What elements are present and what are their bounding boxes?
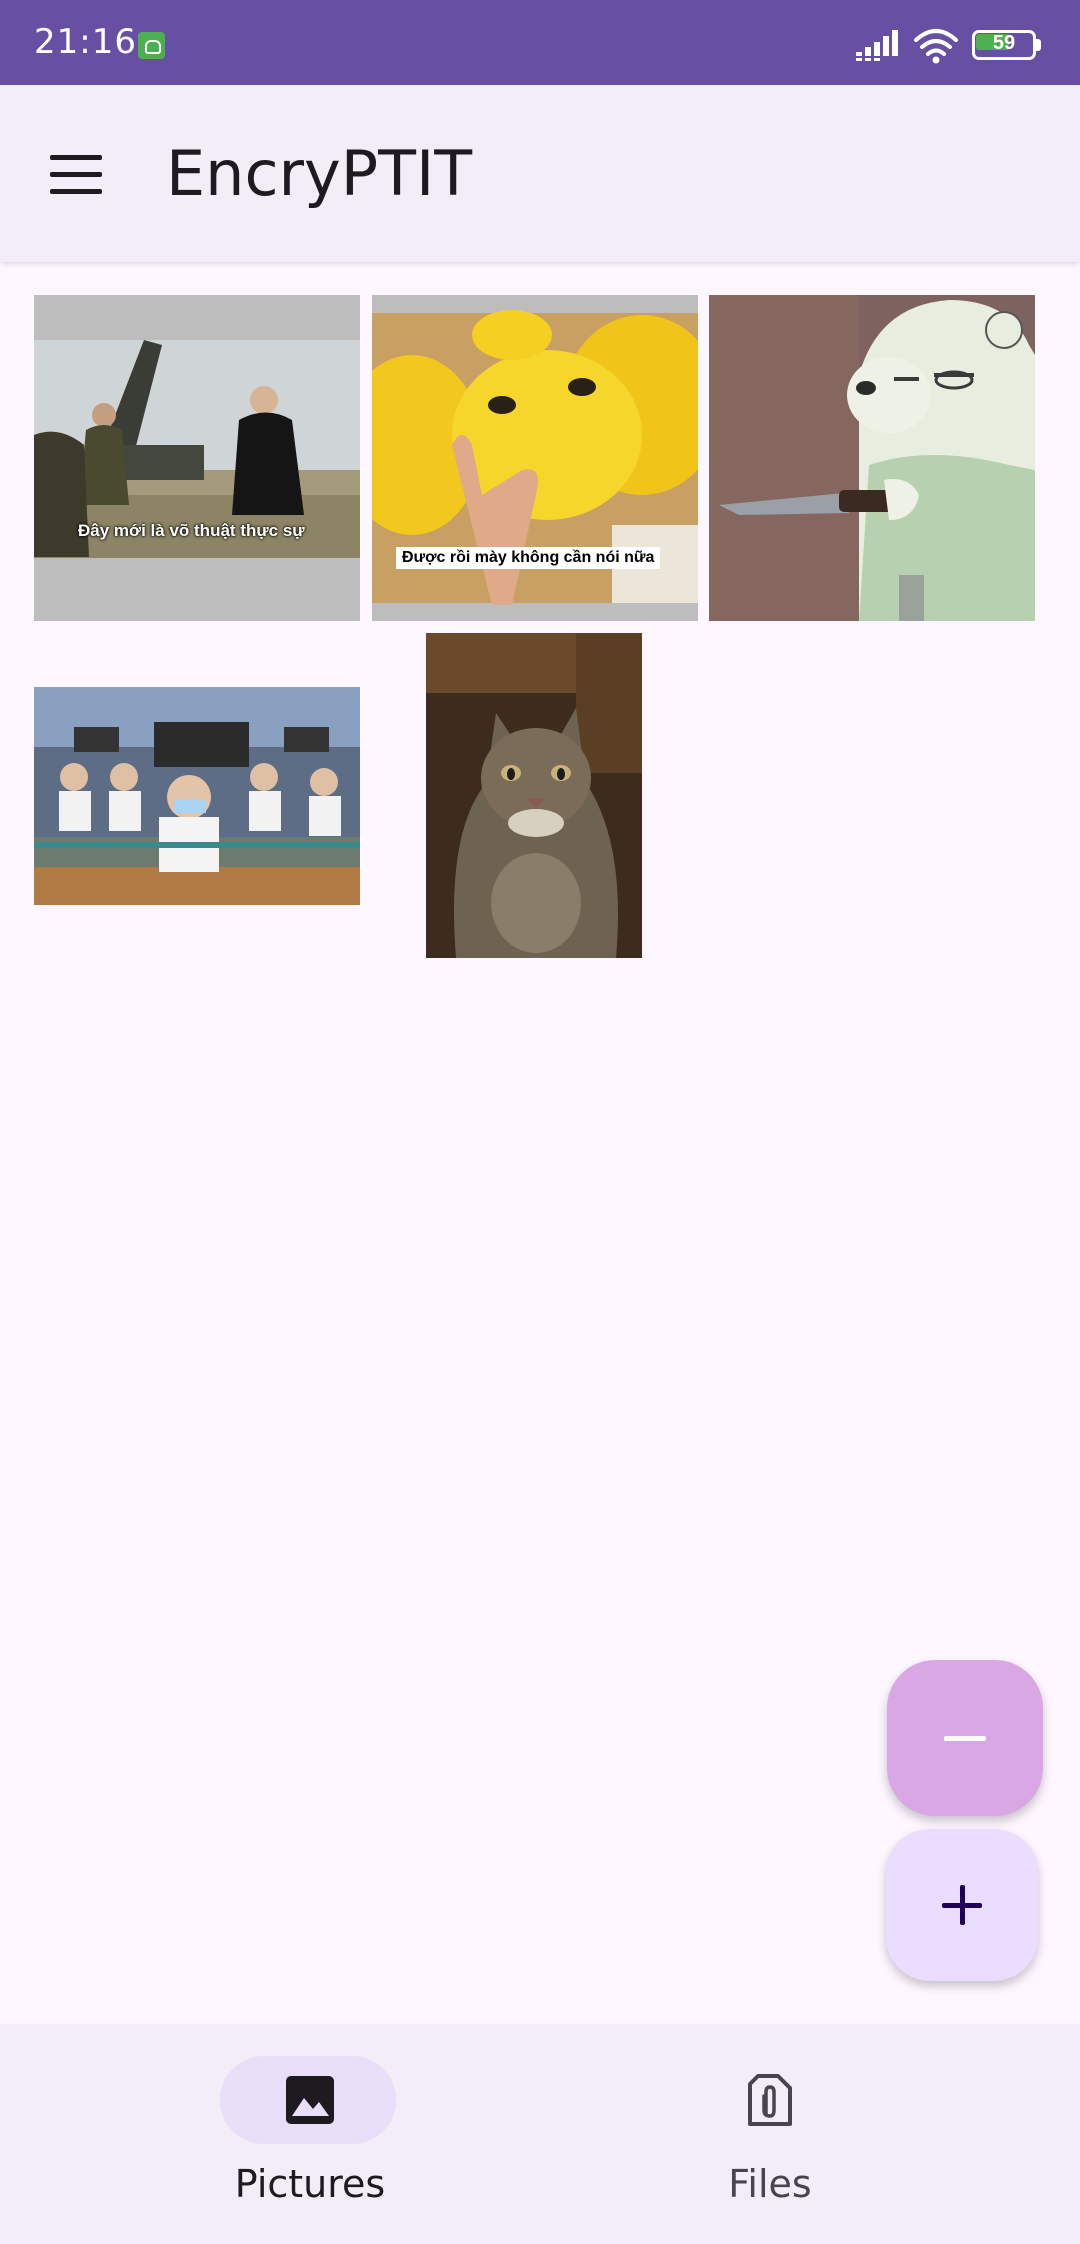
bottom-navigation: Pictures Files: [0, 2024, 1080, 2244]
battery-level: 59: [992, 32, 1016, 54]
battery-icon: 59: [972, 30, 1042, 60]
nav-label-files: Files: [728, 2162, 812, 2206]
picture-caption: Đây mới là võ thuật thực sự: [78, 521, 305, 540]
wifi-icon: [914, 29, 958, 64]
signal-icon: [856, 30, 898, 61]
picture-military-meme[interactable]: Đây mới là võ thuật thực sự: [34, 295, 360, 621]
remove-picture-button[interactable]: [887, 1660, 1043, 1816]
image-icon: [286, 2076, 334, 2124]
nav-item-files[interactable]: Files: [500, 2024, 1040, 2244]
app-notification-icon: [138, 32, 165, 59]
picture-classroom-photo[interactable]: [34, 687, 360, 905]
add-picture-button[interactable]: [886, 1829, 1038, 1981]
status-bar: 21:16 59: [0, 0, 1080, 85]
minus-icon: [944, 1736, 986, 1741]
nav-label-pictures: Pictures: [234, 2162, 386, 2206]
nav-item-pictures[interactable]: Pictures: [40, 2024, 580, 2244]
picture-sad-cat-photo[interactable]: [426, 633, 642, 958]
picture-caption: Được rồi mày không cần nói nữa: [396, 547, 661, 569]
top-app-bar: EncryPTIT: [0, 85, 1080, 262]
app-title: EncryPTIT: [166, 137, 473, 210]
status-time: 21:16: [34, 22, 137, 62]
paperclip-file-icon: [748, 2074, 792, 2126]
picture-yellow-plush-meme[interactable]: Được rồi mày không cần nói nữa: [372, 295, 698, 621]
picture-polar-bear-knife-meme[interactable]: [709, 295, 1035, 621]
hamburger-menu-icon[interactable]: [30, 135, 124, 215]
